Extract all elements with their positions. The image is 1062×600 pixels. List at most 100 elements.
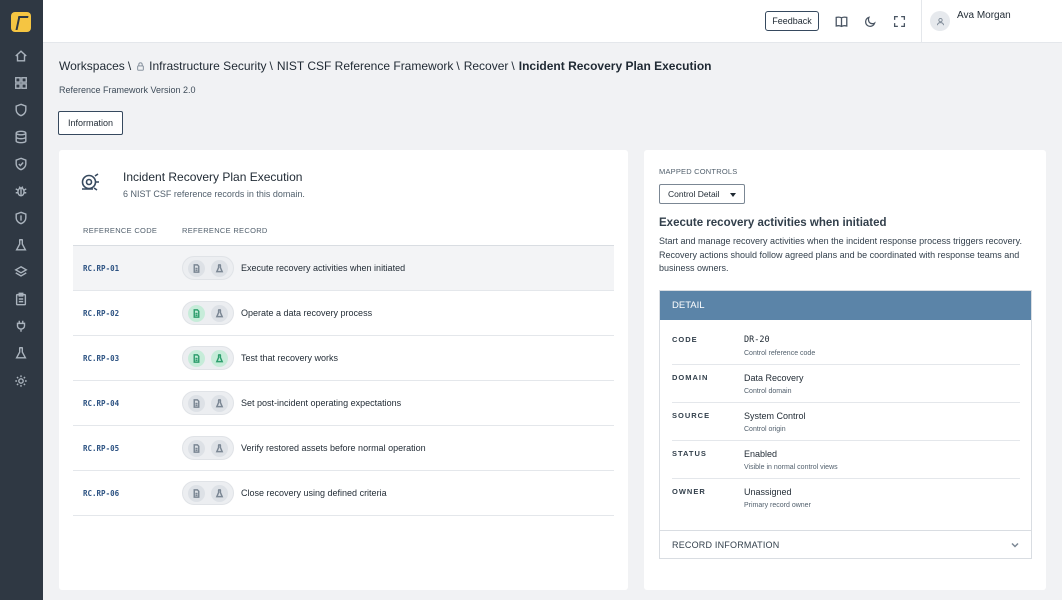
flask-icon[interactable] <box>211 440 228 457</box>
panel-subtitle: 6 NIST CSF reference records in this dom… <box>123 189 305 199</box>
dark-mode-icon[interactable] <box>862 13 878 29</box>
table-row[interactable]: RC.RP-03 Test that recovery works <box>73 336 614 381</box>
shield-icon[interactable] <box>13 210 29 226</box>
alarm-icon <box>79 172 101 192</box>
feedback-button[interactable]: Feedback <box>765 11 819 31</box>
top-bar: Feedback Ava Morgan <box>43 0 1062 43</box>
table-row[interactable]: RC.RP-06 Close recovery using defined cri… <box>73 471 614 516</box>
user-name: Ava Morgan <box>957 10 1011 21</box>
detail-note: Control domain <box>744 388 792 395</box>
caret-down-icon <box>730 193 736 197</box>
flask-icon[interactable] <box>13 345 29 361</box>
detail-row-code: CODE DR-20 Control reference code <box>672 327 1020 365</box>
detail-key: SOURCE <box>672 411 711 420</box>
book-icon[interactable] <box>833 13 849 29</box>
breadcrumb-separator: \ <box>127 59 132 73</box>
flask-icon[interactable] <box>13 237 29 253</box>
records-table: RC.RP-01 Execute recovery activities when… <box>73 245 614 516</box>
flask-icon[interactable] <box>211 350 228 367</box>
detail-note: Control reference code <box>744 350 816 357</box>
clipboard-icon[interactable] <box>13 291 29 307</box>
detail-key: CODE <box>672 335 698 344</box>
detail-value: Data Recovery <box>744 373 804 383</box>
document-icon[interactable] <box>188 485 205 502</box>
table-row[interactable]: RC.RP-01 Execute recovery activities when… <box>73 246 614 291</box>
bug-icon[interactable] <box>13 183 29 199</box>
column-header-record[interactable]: REFERENCE RECORD <box>182 226 268 235</box>
record-information-label: RECORD INFORMATION <box>672 540 780 550</box>
table-row[interactable]: RC.RP-02 Operate a data recovery process <box>73 291 614 336</box>
breadcrumb-item-nist-csf[interactable]: NIST CSF Reference Framework <box>277 59 454 73</box>
shield-check-icon[interactable] <box>13 156 29 172</box>
flask-icon[interactable] <box>211 395 228 412</box>
shield-icon[interactable] <box>13 102 29 118</box>
reference-record-label: Operate a data recovery process <box>241 308 373 318</box>
document-icon[interactable] <box>188 305 205 322</box>
flask-icon[interactable] <box>211 260 228 277</box>
breadcrumb-item-workspaces[interactable]: Workspaces <box>59 59 125 73</box>
detail-header: DETAIL <box>660 291 1031 320</box>
flask-icon[interactable] <box>211 485 228 502</box>
detail-value: DR-20 <box>744 335 770 345</box>
reference-code-link[interactable]: RC.RP-02 <box>83 309 119 318</box>
reference-record-label: Set post-incident operating expectations <box>241 398 402 408</box>
detail-row-domain: DOMAIN Data Recovery Control domain <box>672 365 1020 403</box>
home-icon[interactable] <box>13 48 29 64</box>
control-title: Execute recovery activities when initiat… <box>659 217 887 229</box>
status-pill <box>182 436 234 460</box>
plug-icon[interactable] <box>13 318 29 334</box>
app-logo[interactable] <box>11 12 31 32</box>
detail-note: Primary record owner <box>744 502 811 509</box>
breadcrumb-current: Incident Recovery Plan Execution <box>518 59 712 73</box>
avatar[interactable] <box>930 11 950 31</box>
reference-record-label: Verify restored assets before normal ope… <box>241 443 426 453</box>
status-pill <box>182 346 234 370</box>
table-row[interactable]: RC.RP-04 Set post-incident operating expe… <box>73 381 614 426</box>
status-pill <box>182 256 234 280</box>
record-information-toggle[interactable]: RECORD INFORMATION <box>660 530 1031 559</box>
detail-row-source: SOURCE System Control Control origin <box>672 403 1020 441</box>
document-icon[interactable] <box>188 440 205 457</box>
reference-code-link[interactable]: RC.RP-04 <box>83 399 119 408</box>
mapped-controls-label: MAPPED CONTROLS <box>659 167 738 176</box>
status-pill <box>182 391 234 415</box>
layers-icon[interactable] <box>13 264 29 280</box>
detail-value: Enabled <box>744 449 778 459</box>
column-header-code[interactable]: REFERENCE CODE <box>83 226 157 235</box>
user-menu[interactable]: Ava Morgan <box>921 0 1062 43</box>
reference-records-panel: Incident Recovery Plan Execution 6 NIST … <box>59 150 628 590</box>
reference-code-link[interactable]: RC.RP-05 <box>83 444 119 453</box>
document-icon[interactable] <box>188 260 205 277</box>
fullscreen-icon[interactable] <box>891 13 907 29</box>
reference-code-link[interactable]: RC.RP-01 <box>83 264 119 273</box>
detail-note: Control origin <box>744 426 786 433</box>
detail-row-owner: OWNER Unassigned Primary record owner <box>672 479 1020 517</box>
reference-code-link[interactable]: RC.RP-03 <box>83 354 119 363</box>
control-view-select[interactable]: Control Detail <box>659 184 745 204</box>
detail-value: System Control <box>744 411 806 421</box>
detail-value: Unassigned <box>744 487 792 497</box>
document-icon[interactable] <box>188 395 205 412</box>
gear-icon[interactable] <box>13 373 29 389</box>
chevron-down-icon <box>1011 541 1019 549</box>
table-row[interactable]: RC.RP-05 Verify restored assets before no… <box>73 426 614 471</box>
reference-record-label: Test that recovery works <box>241 353 339 363</box>
information-button[interactable]: Information <box>58 111 123 135</box>
reference-record-label: Execute recovery activities when initiat… <box>241 263 406 273</box>
document-icon[interactable] <box>188 350 205 367</box>
flask-icon[interactable] <box>211 305 228 322</box>
database-icon[interactable] <box>13 129 29 145</box>
breadcrumb-separator: \ <box>456 59 460 73</box>
breadcrumb-item-recover[interactable]: Recover <box>464 59 509 73</box>
grid-icon[interactable] <box>13 75 29 91</box>
breadcrumb-item-infrastructure-security[interactable]: Infrastructure Security <box>149 59 266 73</box>
breadcrumb-separator: \ <box>511 59 515 73</box>
detail-key: STATUS <box>672 449 707 458</box>
sidebar <box>0 0 43 600</box>
detail-row-status: STATUS Enabled Visible in normal control v… <box>672 441 1020 479</box>
reference-code-link[interactable]: RC.RP-06 <box>83 489 119 498</box>
status-pill <box>182 481 234 505</box>
breadcrumb: Workspaces \ Infrastructure Security \ N… <box>59 59 711 73</box>
breadcrumb-separator: \ <box>269 59 273 73</box>
select-value: Control Detail <box>668 189 720 199</box>
